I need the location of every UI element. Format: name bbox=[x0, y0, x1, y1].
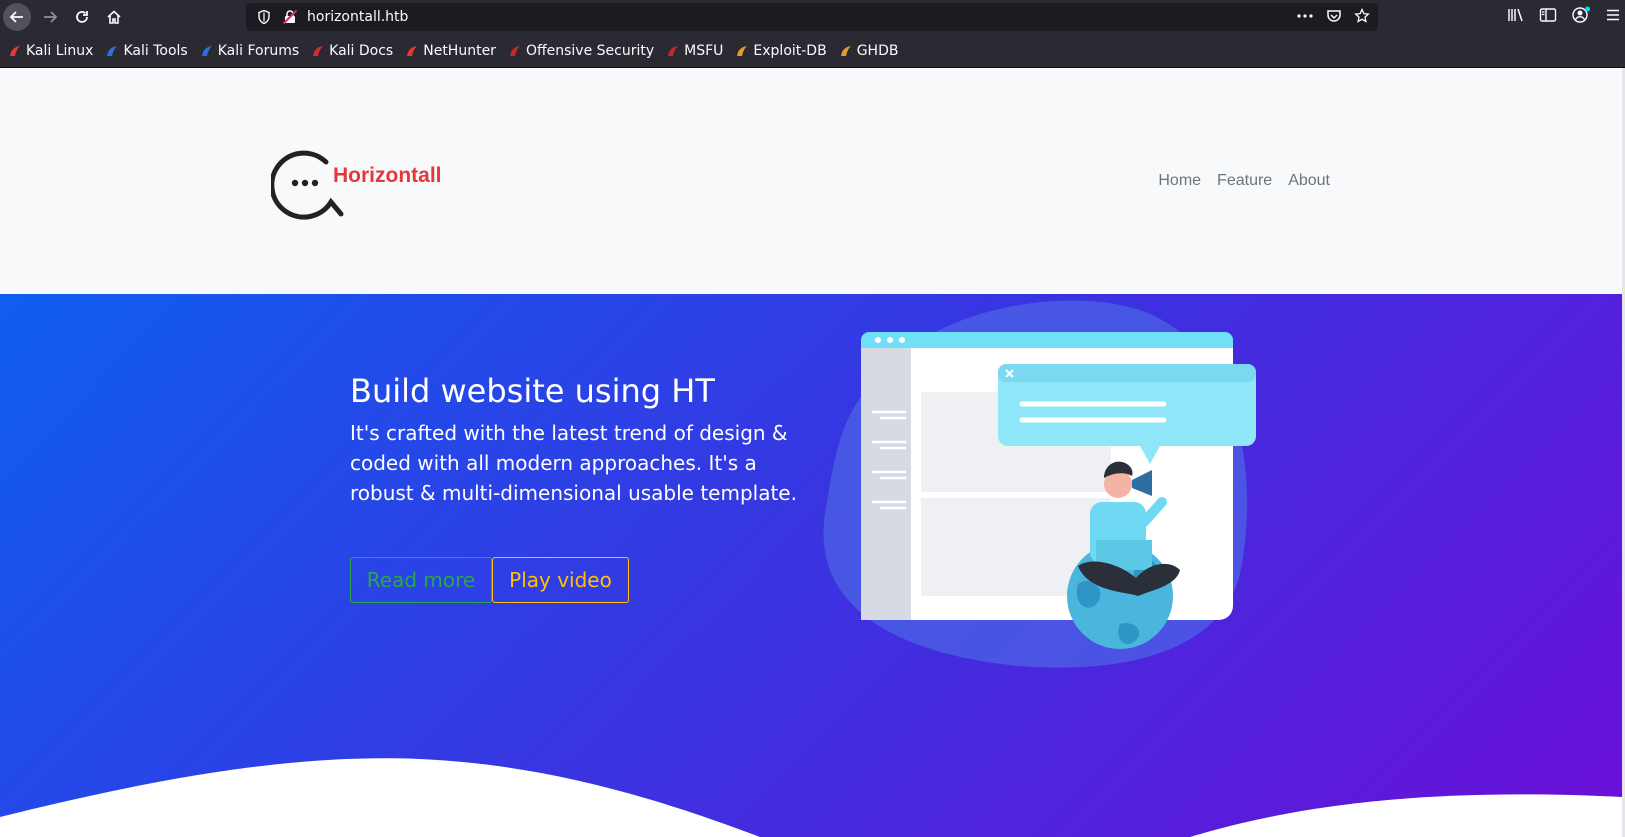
bookmark-label: Offensive Security bbox=[525, 42, 655, 59]
menu-icon[interactable] bbox=[1605, 7, 1621, 27]
nav-about-link[interactable]: About bbox=[1288, 172, 1330, 190]
main-nav: Home Feature About bbox=[1158, 172, 1330, 190]
insecure-lock-icon[interactable] bbox=[282, 9, 298, 29]
read-more-button[interactable]: Read more bbox=[350, 557, 492, 603]
kali-tools-icon bbox=[105, 44, 119, 58]
hero-illustration bbox=[823, 300, 1256, 668]
bookmark-item[interactable]: Kali Docs bbox=[311, 43, 393, 59]
bookmark-item[interactable]: Kali Forums bbox=[200, 43, 299, 59]
library-icon[interactable] bbox=[1507, 7, 1525, 27]
kali-forums-icon bbox=[200, 44, 214, 58]
pocket-icon[interactable] bbox=[1326, 8, 1342, 28]
url-bar[interactable]: horizontall.htb bbox=[246, 3, 1378, 31]
bookmark-label: Exploit-DB bbox=[753, 42, 827, 59]
account-icon[interactable] bbox=[1571, 6, 1591, 28]
reload-icon bbox=[76, 11, 88, 23]
bookmark-item[interactable]: Exploit-DB bbox=[735, 42, 827, 59]
nav-home-link[interactable]: Home bbox=[1158, 172, 1201, 190]
msfu-icon bbox=[666, 44, 680, 58]
bookmark-item[interactable]: NetHunter bbox=[405, 43, 496, 59]
offsec-icon bbox=[508, 44, 522, 58]
bookmark-label: Kali Tools bbox=[123, 42, 188, 59]
bookmark-item[interactable]: Kali Tools bbox=[105, 42, 188, 59]
bookmark-item[interactable]: MSFU bbox=[666, 43, 723, 59]
logo-text: Horizontall bbox=[333, 164, 442, 187]
forward-button[interactable] bbox=[36, 3, 64, 31]
bookmark-label: Kali Forums bbox=[217, 42, 300, 59]
arrow-left-icon bbox=[9, 11, 23, 23]
reload-button[interactable] bbox=[68, 3, 96, 31]
page-actions-icon[interactable] bbox=[1296, 8, 1314, 28]
home-button[interactable] bbox=[100, 3, 128, 31]
bookmark-item[interactable]: GHDB bbox=[839, 42, 899, 59]
hero-title: Build website using HT bbox=[350, 372, 715, 410]
window-sidebar bbox=[861, 348, 911, 620]
sidebar-icon[interactable] bbox=[1539, 7, 1557, 27]
home-icon bbox=[107, 10, 121, 24]
bookmark-label: MSFU bbox=[684, 42, 724, 59]
bookmark-item[interactable]: Offensive Security bbox=[508, 43, 654, 59]
bookmark-label: NetHunter bbox=[423, 42, 496, 59]
play-video-button[interactable]: Play video bbox=[492, 557, 629, 603]
kali-dragon-icon bbox=[8, 44, 22, 58]
hero-description: It's crafted with the latest trend of de… bbox=[350, 421, 797, 505]
site-header: Horizontall Home Feature About bbox=[0, 68, 1622, 294]
arrow-right-icon bbox=[44, 11, 58, 23]
nav-feature-link[interactable]: Feature bbox=[1217, 172, 1272, 190]
browser-toolbar: horizontall.htb bbox=[0, 0, 1625, 34]
ghdb-icon bbox=[839, 44, 853, 58]
nethunter-icon bbox=[405, 44, 419, 58]
tracking-shield-icon[interactable] bbox=[256, 9, 272, 29]
hero-section: Build website using HT It's crafted with… bbox=[0, 294, 1622, 837]
bookmark-label: GHDB bbox=[856, 42, 899, 59]
bookmark-label: Kali Linux bbox=[26, 42, 94, 59]
back-button[interactable] bbox=[3, 3, 31, 31]
bookmarks-bar: Kali Linux Kali Tools Kali Forums Kali Docs… bbox=[0, 34, 1625, 68]
hero-bottom-wave bbox=[0, 758, 1622, 837]
bookmark-item[interactable]: Kali Linux bbox=[8, 43, 93, 59]
url-text[interactable]: horizontall.htb bbox=[307, 8, 408, 26]
kali-docs-icon bbox=[311, 44, 325, 58]
bookmark-star-icon[interactable] bbox=[1354, 7, 1370, 28]
bookmark-label: Kali Docs bbox=[329, 42, 394, 59]
exploit-db-icon bbox=[735, 44, 749, 58]
site-logo[interactable]: Horizontall bbox=[271, 144, 461, 222]
page-viewport: Horizontall Home Feature About Build web… bbox=[0, 68, 1625, 837]
